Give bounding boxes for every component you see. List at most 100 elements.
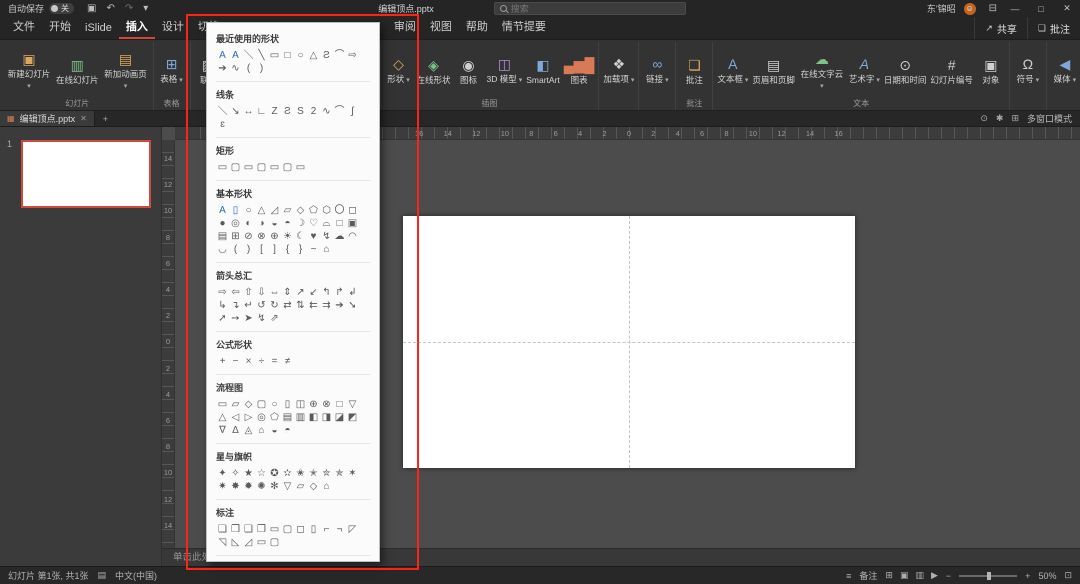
shape-item[interactable]: = [268, 355, 281, 368]
shape-item[interactable]: ⬡ [320, 204, 333, 217]
shape-item[interactable]: ✬ [294, 467, 307, 480]
shape-item[interactable]: ▥ [294, 411, 307, 424]
smartart-button[interactable]: ◧ SmartArt [524, 55, 562, 86]
shape-item[interactable]: ▢ [255, 398, 268, 411]
shape-item[interactable]: ↵ [242, 299, 255, 312]
header-footer-button[interactable]: ▤ 页眉和页脚 [750, 55, 797, 86]
shape-item[interactable]: ⊗ [255, 230, 268, 243]
shape-item[interactable]: ✫ [281, 467, 294, 480]
shape-item[interactable]: ▢ [281, 161, 294, 174]
shape-item[interactable]: ➚ [216, 312, 229, 325]
shape-item[interactable]: ✶ [346, 467, 359, 480]
shape-item[interactable]: ⌒ [333, 49, 346, 62]
links-button[interactable]: ∞ 链接 [641, 54, 673, 86]
tab-islide[interactable]: iSlide [78, 18, 119, 39]
shape-item[interactable]: ⌓ [320, 217, 333, 230]
shape-item[interactable]: ≠ [281, 355, 294, 368]
shape-item[interactable]: ＼ [216, 105, 229, 118]
shape-item[interactable]: ♥ [307, 230, 320, 243]
shape-item[interactable]: ○ [294, 49, 307, 62]
shape-item[interactable]: ∿ [229, 62, 242, 75]
view-mode-icon[interactable]: ▣ [900, 570, 909, 581]
online-slides-button[interactable]: ▥ 在线幻灯片 [54, 55, 101, 86]
shape-item[interactable]: ◬ [242, 424, 255, 437]
shape-item[interactable]: ◐ [242, 217, 255, 230]
shape-item[interactable]: ▭ [255, 536, 268, 549]
shape-item[interactable]: [ [255, 243, 268, 256]
shape-item[interactable]: ☆ [255, 467, 268, 480]
shape-item[interactable]: ◡ [216, 243, 229, 256]
shape-item[interactable]: ⇉ [320, 299, 333, 312]
shape-item[interactable]: ◎ [229, 217, 242, 230]
shape-item[interactable]: ♡ [307, 217, 320, 230]
shape-item[interactable]: ◧ [307, 411, 320, 424]
shape-item[interactable]: Δ [229, 424, 242, 437]
shape-item[interactable]: ▭ [216, 398, 229, 411]
shape-item[interactable]: 〇 [333, 204, 346, 217]
shape-item[interactable]: ( [229, 243, 242, 256]
qat-customize-caret-icon[interactable]: ▾ [143, 3, 148, 14]
shape-item[interactable]: ◠ [346, 230, 359, 243]
shape-item[interactable]: A [216, 204, 229, 217]
shape-item[interactable]: ◒ [268, 424, 281, 437]
shape-item[interactable]: ↴ [229, 299, 242, 312]
multiwindow-mode-button[interactable]: 多窗口模式 [1027, 112, 1072, 125]
view-mode-icon[interactable]: ⊞ [885, 570, 893, 581]
shape-item[interactable]: ◿ [242, 536, 255, 549]
redo-icon[interactable]: ↷ [125, 3, 133, 14]
shape-item[interactable]: ) [255, 62, 268, 75]
shape-item[interactable]: ◇ [242, 398, 255, 411]
spellcheck-icon[interactable]: ▤ [98, 570, 107, 581]
shape-item[interactable]: □ [333, 398, 346, 411]
shape-item[interactable]: ✯ [333, 467, 346, 480]
tab-home[interactable]: 开始 [42, 14, 78, 39]
shape-item[interactable]: ↰ [320, 286, 333, 299]
date-time-button[interactable]: ⊙ 日期和时间 [882, 55, 929, 86]
icons-button[interactable]: ◉ 图标 [453, 55, 485, 86]
shape-item[interactable]: ⇨ [216, 286, 229, 299]
shape-item[interactable]: ↔ [242, 105, 255, 118]
shape-item[interactable]: ➔ [216, 62, 229, 75]
shape-item[interactable]: × [242, 355, 255, 368]
language-indicator[interactable]: 中文(中国) [115, 569, 157, 582]
shape-item[interactable]: ▢ [229, 161, 242, 174]
save-icon[interactable]: ▣ [87, 3, 96, 14]
shape-item[interactable]: ✧ [229, 467, 242, 480]
tab-file[interactable]: 文件 [6, 14, 42, 39]
zoom-slider[interactable] [959, 571, 1018, 580]
search-input[interactable] [510, 3, 680, 14]
close-button[interactable]: ✕ [1054, 0, 1080, 17]
shape-item[interactable]: ➔ [333, 299, 346, 312]
shape-item[interactable]: ➙ [229, 312, 242, 325]
shape-item[interactable]: ★ [242, 467, 255, 480]
chart-button[interactable]: ▄▆█ 图表 [562, 55, 597, 86]
shape-item[interactable]: ✷ [216, 480, 229, 493]
shape-item[interactable]: ⌐ [320, 523, 333, 536]
tab-design[interactable]: 设计 [155, 14, 191, 39]
shape-item[interactable]: ◿ [268, 204, 281, 217]
shape-item[interactable]: ▽ [281, 480, 294, 493]
shape-item[interactable]: ⇄ [281, 299, 294, 312]
shape-item[interactable]: ✦ [216, 467, 229, 480]
shape-item[interactable]: Ƨ [320, 49, 333, 62]
document-tab[interactable]: ▦ 编辑顶点.pptx ✕ [0, 111, 95, 126]
shape-item[interactable]: ⇦ [229, 286, 242, 299]
shape-item[interactable]: ↗ [294, 286, 307, 299]
user-avatar[interactable]: ☺ [963, 2, 976, 15]
share-button[interactable]: ↗ 共享 [974, 17, 1027, 39]
shape-item[interactable]: △ [255, 204, 268, 217]
zoom-out-button[interactable]: − [946, 571, 951, 581]
shape-item[interactable]: ▭ [268, 49, 281, 62]
shape-item[interactable]: ↘ [229, 105, 242, 118]
shape-item[interactable]: ( [242, 62, 255, 75]
media-button[interactable]: ◀ 媒体 [1049, 54, 1080, 86]
shape-item[interactable]: □ [281, 49, 294, 62]
shape-item[interactable]: ✸ [229, 480, 242, 493]
shapes-button[interactable]: ◇ 形状 [383, 54, 415, 86]
shape-item[interactable]: ◺ [229, 536, 242, 549]
shape-item[interactable]: ⬠ [268, 411, 281, 424]
word-cloud-button[interactable]: ☁ 在线文字云 [797, 49, 847, 91]
shape-item[interactable]: ⊞ [229, 230, 242, 243]
shape-item[interactable]: ✪ [268, 467, 281, 480]
shape-item[interactable]: ▱ [281, 204, 294, 217]
